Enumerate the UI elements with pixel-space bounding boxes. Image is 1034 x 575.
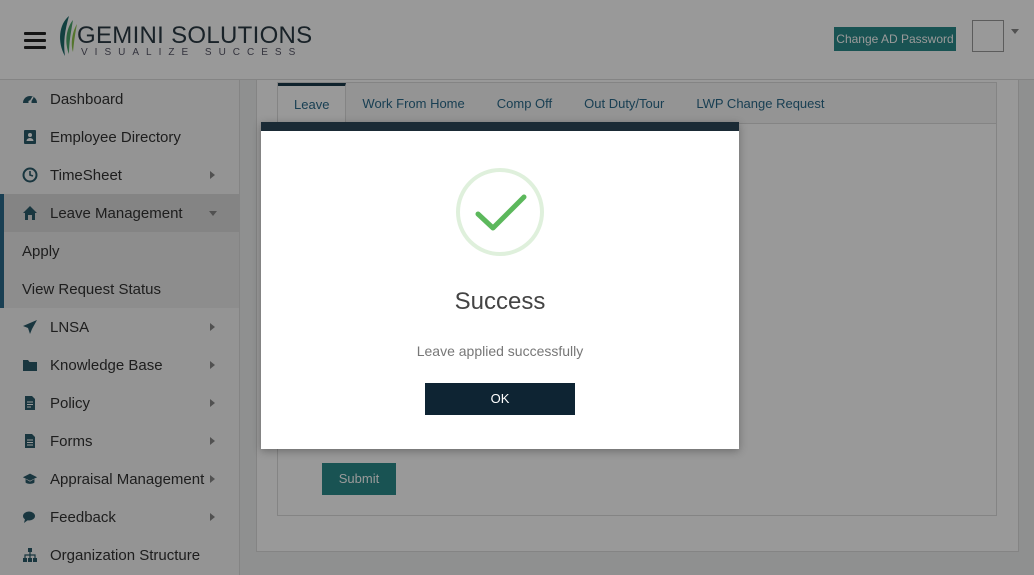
ok-button[interactable]: OK (425, 383, 575, 415)
dialog-header-bar (261, 122, 739, 131)
success-dialog: Success Leave applied successfully OK (261, 122, 739, 449)
success-check-icon (456, 168, 544, 256)
dialog-title: Success (454, 288, 546, 315)
dialog-message: Leave applied successfully (416, 343, 584, 359)
